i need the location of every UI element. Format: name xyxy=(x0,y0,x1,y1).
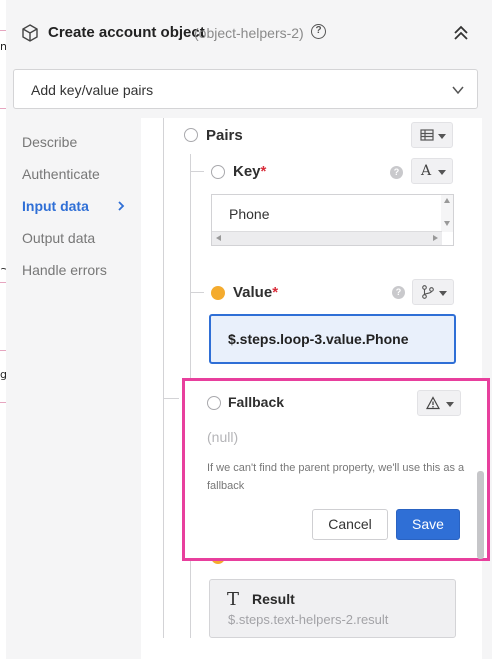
key-label: Key* xyxy=(233,163,267,180)
pairs-label: Pairs xyxy=(206,127,243,144)
chevron-down-icon xyxy=(452,86,464,95)
scroll-down-icon[interactable] xyxy=(444,221,450,226)
fallback-title: Fallback xyxy=(228,394,285,410)
value-status-dot xyxy=(211,286,225,300)
step-header: Create account object (object-helpers-2)… xyxy=(6,0,492,118)
cube-icon xyxy=(22,24,38,42)
tree-guide-line xyxy=(190,154,191,384)
key-value: Phone xyxy=(229,206,270,222)
value-help-icon[interactable]: ? xyxy=(392,286,405,299)
cancel-button[interactable]: Cancel xyxy=(312,509,388,540)
caret-down-icon xyxy=(446,402,454,407)
value-input[interactable]: $.steps.loop-3.value.Phone xyxy=(209,314,456,364)
text-type-icon: T xyxy=(227,589,240,610)
step-subtitle: (object-helpers-2) xyxy=(194,25,304,41)
nav-item-input-data[interactable]: Input data xyxy=(22,198,89,214)
key-type-button[interactable]: A xyxy=(411,158,453,184)
scroll-up-icon[interactable] xyxy=(444,198,450,203)
warning-triangle-icon xyxy=(426,396,440,410)
tree-guide-line xyxy=(190,292,204,293)
branch-icon xyxy=(422,285,434,299)
action-select[interactable]: Add key/value pairs xyxy=(13,69,478,109)
scroll-right-icon[interactable] xyxy=(433,235,438,241)
fallback-help-text: If we can't find the parent property, we… xyxy=(207,462,465,492)
fallback-value-input[interactable]: (null) xyxy=(207,429,238,445)
result-card[interactable]: T Result $.steps.text-helpers-2.result xyxy=(209,579,456,638)
key-textarea[interactable]: Phone xyxy=(211,194,454,246)
tree-guide-line xyxy=(190,171,204,172)
tree-guide-line xyxy=(163,398,179,399)
step-title: Create account object xyxy=(48,24,205,41)
fallback-type-button[interactable] xyxy=(417,390,461,416)
value-type-button[interactable] xyxy=(412,279,454,305)
key-vertical-scrollbar[interactable] xyxy=(441,195,453,232)
nav-item-authenticate[interactable]: Authenticate xyxy=(22,166,100,182)
key-horizontal-scrollbar[interactable] xyxy=(212,231,442,245)
save-button[interactable]: Save xyxy=(396,509,460,540)
pairs-radio[interactable] xyxy=(184,128,198,142)
key-radio[interactable] xyxy=(211,165,225,179)
value-path: $.steps.loop-3.value.Phone xyxy=(228,331,409,347)
nav-item-describe[interactable]: Describe xyxy=(22,134,77,150)
result-path: $.steps.text-helpers-2.result xyxy=(228,612,389,627)
chevron-right-icon xyxy=(118,201,125,211)
help-icon[interactable]: ? xyxy=(311,24,326,39)
text-type-icon: A xyxy=(421,163,432,179)
action-select-value: Add key/value pairs xyxy=(31,82,154,98)
tree-guide-line xyxy=(190,560,191,638)
value-label: Value* xyxy=(233,284,279,301)
result-title: Result xyxy=(252,591,295,607)
caret-down-icon xyxy=(438,170,446,175)
nav-item-handle-errors[interactable]: Handle errors xyxy=(22,262,107,278)
nav-item-output-data[interactable]: Output data xyxy=(22,230,95,246)
key-help-icon[interactable]: ? xyxy=(390,166,403,179)
table-icon xyxy=(420,129,434,141)
caret-down-icon xyxy=(438,134,446,139)
double-chevron-up-icon[interactable] xyxy=(452,24,470,42)
fallback-popover: Fallback (null) If we can't find the par… xyxy=(182,378,490,561)
step-nav: Describe Authenticate Input data Output … xyxy=(6,118,141,659)
pairs-type-button[interactable] xyxy=(411,122,453,148)
panel-scrollbar-thumb[interactable] xyxy=(477,471,484,559)
tree-guide-line xyxy=(163,118,164,638)
scroll-left-icon[interactable] xyxy=(216,235,221,241)
fallback-radio[interactable] xyxy=(207,396,221,410)
caret-down-icon xyxy=(439,291,447,296)
